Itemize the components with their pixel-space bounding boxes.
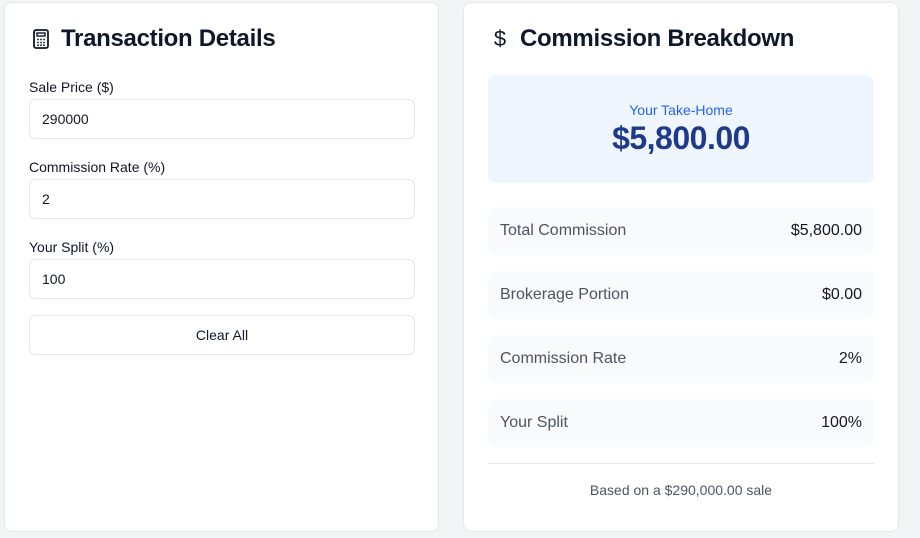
row-label: Total Commission [500,222,627,239]
transaction-form: Sale Price ($) Commission Rate (%) Your … [5,75,438,355]
row-value: 2% [838,350,862,367]
sale-footnote: Based on a $290,000.00 sale [589,482,773,498]
breakdown-body: Your Take-Home $5,800.00 Total Commissio… [464,75,898,498]
breakdown-row-commission-rate: Commission Rate 2% [488,335,874,383]
transaction-details-title: Transaction Details [61,25,276,52]
sale-price-field: Sale Price ($) [29,79,415,139]
commission-breakdown-title: Commission Breakdown [520,25,795,52]
row-label: Brokerage Portion [500,286,629,303]
take-home-amount: $5,800.00 [612,119,750,156]
clear-all-button[interactable]: Clear All [29,315,415,355]
divider [488,463,874,464]
transaction-details-card: Transaction Details Sale Price ($) Commi… [4,2,439,532]
row-value: $5,800.00 [790,222,862,239]
sale-price-input[interactable] [29,99,415,139]
row-label: Commission Rate [500,350,627,367]
dollar-sign-icon: $ [493,26,507,51]
breakdown-rows: Total Commission $5,800.00 Brokerage Por… [488,207,874,447]
commission-rate-field: Commission Rate (%) [29,159,415,219]
commission-rate-label: Commission Rate (%) [29,159,166,175]
breakdown-row-brokerage-portion: Brokerage Portion $0.00 [488,271,874,319]
take-home-label: Your Take-Home [629,101,733,118]
row-value: $0.00 [821,286,862,303]
breakdown-row-your-split: Your Split 100% [488,399,874,447]
commission-breakdown-header: $ Commission Breakdown [464,3,898,75]
row-value: 100% [821,414,862,431]
split-label: Your Split (%) [29,239,115,255]
take-home-panel: Your Take-Home $5,800.00 [488,75,874,183]
transaction-details-header: Transaction Details [5,3,438,75]
commission-breakdown-card: $ Commission Breakdown Your Take-Home $5… [463,2,899,532]
sale-price-label: Sale Price ($) [29,79,114,95]
row-label: Your Split [500,414,568,431]
split-input[interactable] [29,259,415,299]
calculator-icon [29,27,53,51]
split-field: Your Split (%) [29,239,415,299]
commission-rate-input[interactable] [29,179,415,219]
breakdown-row-total-commission: Total Commission $5,800.00 [488,207,874,255]
